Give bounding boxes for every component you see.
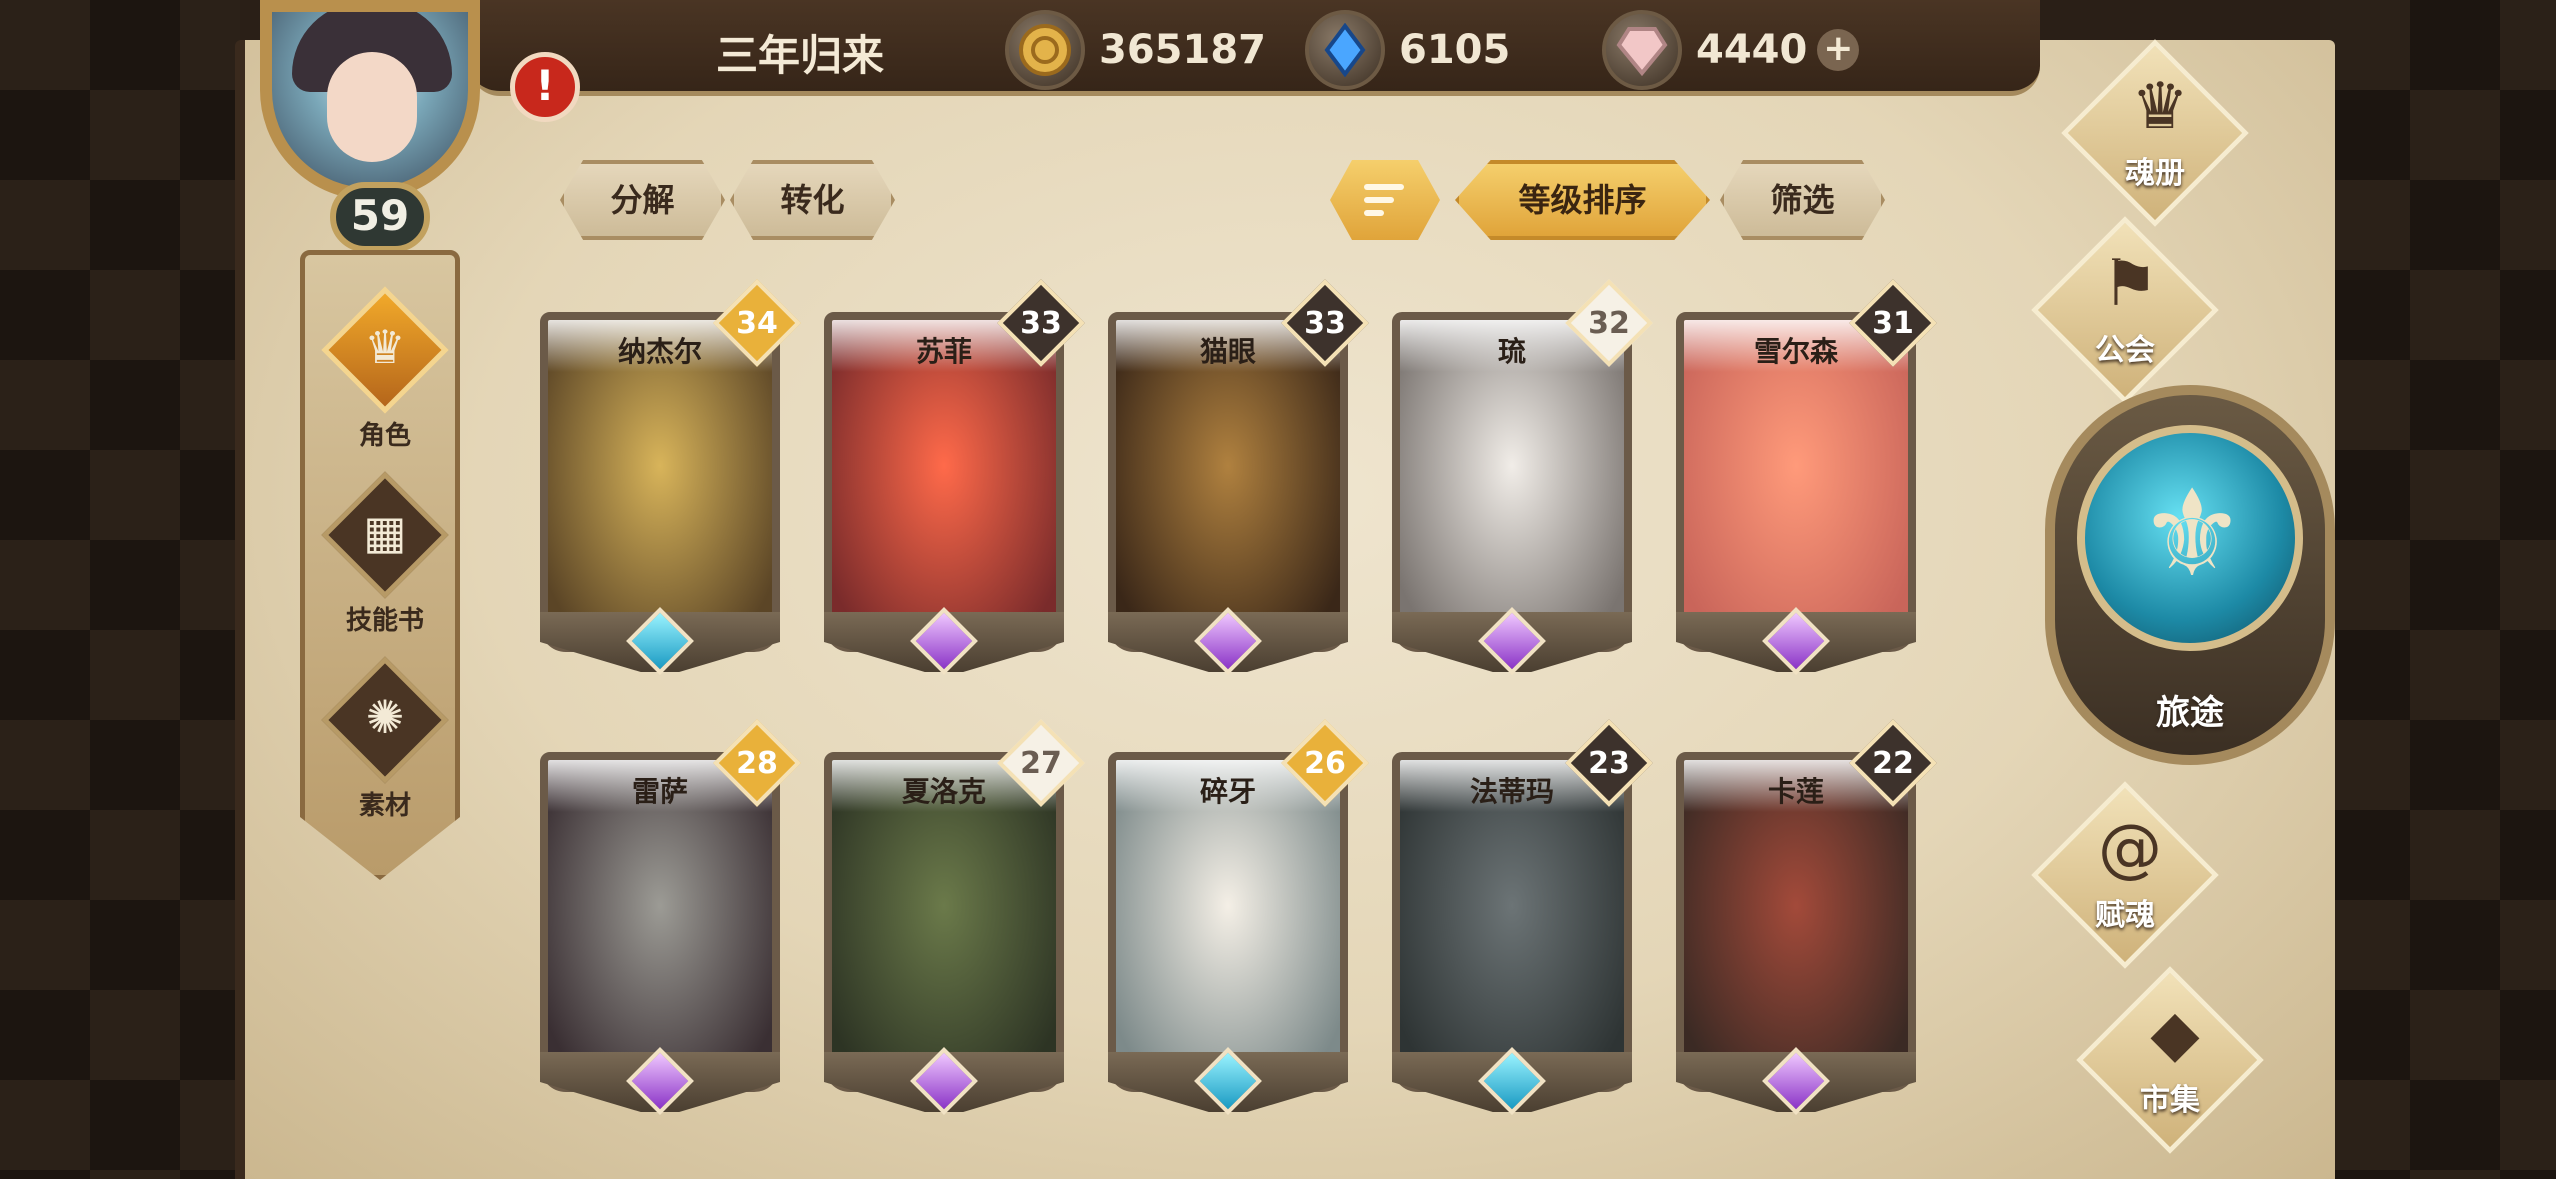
left-wall-decoration [0,0,240,1179]
sort-line [1364,184,1404,190]
card-frame: 夏洛克 [824,752,1064,1092]
convert-button[interactable]: 转化 [730,160,895,240]
menu-label: 市集 [2140,1083,2200,1118]
character-level: 32 [1588,306,1630,341]
character-card[interactable]: 夏洛克 27 [824,719,1085,1122]
character-level: 33 [1020,306,1062,341]
avatar[interactable] [260,0,480,200]
card-frame: 雷萨 [540,752,780,1092]
gem-amount: 4440 [1696,27,1808,73]
nav-label: 素材 [358,791,411,821]
crystal-resource: 6105 [1305,10,1510,90]
card-frame: 纳杰尔 [540,312,780,652]
crystal-amount: 6105 [1399,27,1511,73]
gem-resource: 4440 + [1602,10,1860,90]
character-card[interactable]: 雪尔森 31 [1676,279,1937,682]
card-frame: 碎牙 [1108,752,1348,1092]
sort-by-level-button[interactable]: 等级排序 [1455,160,1710,240]
menu-label: 旅途 [2156,693,2224,733]
character-card[interactable]: 纳杰尔 34 [540,279,801,682]
sort-line [1364,197,1394,203]
player-avatar-frame[interactable]: 59 [230,0,530,270]
card-frame: 琉 [1392,312,1632,652]
soul-swirl-icon: @ [2098,812,2162,886]
nav-label: 角色 [358,421,411,451]
top-resource-bar: 三年归来 365187 6105 4440 + [470,0,2040,96]
sort-line [1364,210,1384,216]
gold-resource: 365187 [1005,10,1266,90]
menu-journey[interactable]: ⚜ 旅途 [2045,385,2335,785]
book-icon: ▦ [363,505,407,559]
avatar-face [327,52,417,162]
left-category-nav: ♛ 角色 ▦ 技能书 ✺ 素材 [300,250,460,880]
nav-item-materials[interactable]: ✺ 素材 [305,656,460,845]
gold-coin-icon [1005,10,1085,90]
character-card[interactable]: 琉 32 [1392,279,1653,682]
card-frame: 苏菲 [824,312,1064,652]
character-level: 27 [1020,746,1062,781]
character-level: 31 [1872,306,1914,341]
menu-guild[interactable]: ⚑ 公会 [2000,216,2260,405]
menu-label: 公会 [2095,333,2155,368]
menu-soul-book[interactable]: ♛ 魂册 [2030,39,2290,228]
card-frame: 法蒂玛 [1392,752,1632,1092]
card-frame: 卡莲 [1676,752,1916,1092]
market-gem-icon: ◆ [2150,997,2200,1071]
gold-amount: 365187 [1099,27,1266,73]
journey-emblem-icon: ⚜ [2138,465,2246,604]
character-level: 28 [736,746,778,781]
helmet-icon: ♛ [2131,70,2189,144]
character-card[interactable]: 猫眼 33 [1108,279,1369,682]
blue-crystal-icon [1305,10,1385,90]
helmet-icon: ♛ [364,320,406,374]
nav-item-characters[interactable]: ♛ 角色 [305,286,460,475]
character-card[interactable]: 卡莲 22 [1676,719,1937,1122]
filter-button[interactable]: 筛选 [1720,160,1885,240]
right-wall-decoration [2320,0,2556,1179]
player-level-badge: 59 [330,182,430,252]
guild-icon: ⚑ [2101,247,2159,321]
character-level: 26 [1304,746,1346,781]
sort-order-button[interactable] [1330,160,1440,240]
character-card[interactable]: 苏菲 33 [824,279,1085,682]
player-title: 三年归来 [715,31,884,80]
character-card[interactable]: 碎牙 26 [1108,719,1369,1122]
menu-soul-infuse[interactable]: @ 赋魂 [2000,781,2260,970]
card-frame: 猫眼 [1108,312,1348,652]
menu-label: 赋魂 [2095,898,2155,933]
menu-market[interactable]: ◆ 市集 [2045,966,2305,1155]
character-level: 33 [1304,306,1346,341]
character-card[interactable]: 法蒂玛 23 [1392,719,1653,1122]
character-level: 23 [1588,746,1630,781]
character-card[interactable]: 雷萨 28 [540,719,801,1122]
menu-label: 魂册 [2125,156,2185,191]
nav-label: 技能书 [345,606,424,636]
character-level: 22 [1872,746,1914,781]
nav-item-skill-books[interactable]: ▦ 技能书 [305,471,460,660]
buy-gem-button[interactable]: + [1817,29,1860,71]
alert-icon[interactable]: ! [510,52,580,122]
decompose-button[interactable]: 分解 [560,160,725,240]
pink-gem-icon [1602,10,1682,90]
card-frame: 雪尔森 [1676,312,1916,652]
character-level: 34 [736,306,778,341]
material-icon: ✺ [365,690,405,744]
